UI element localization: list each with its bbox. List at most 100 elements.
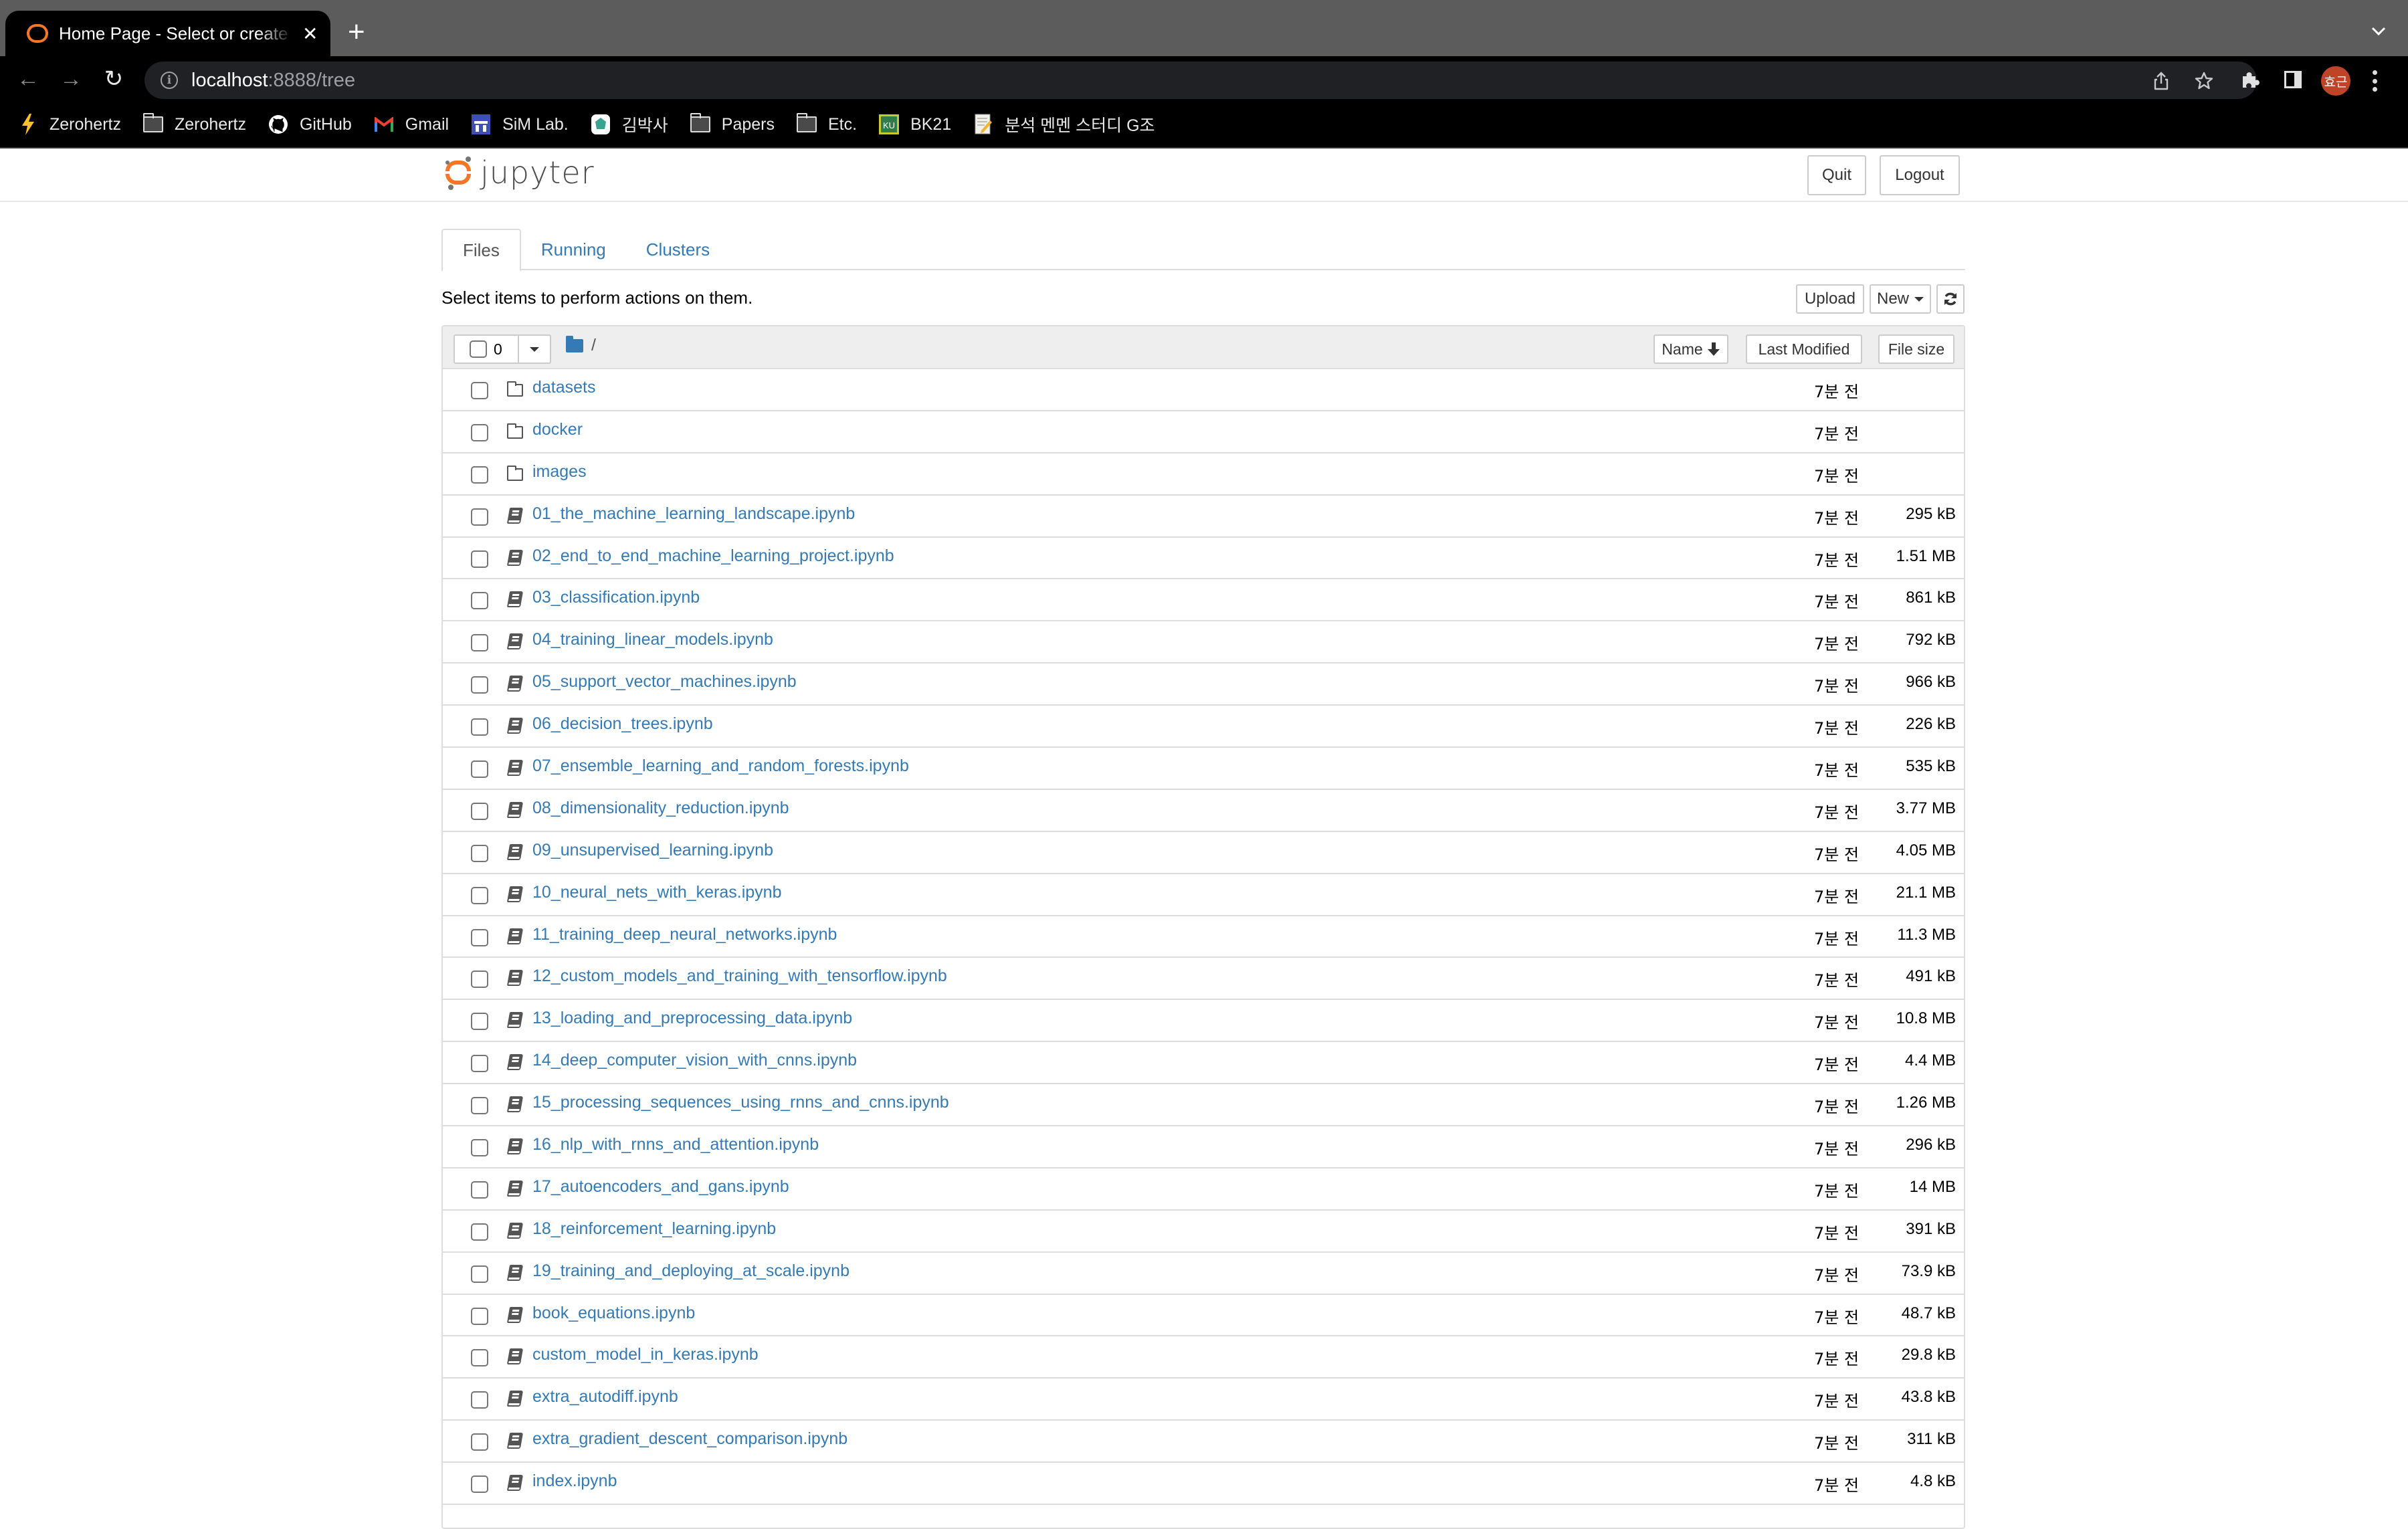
browser-menu-icon[interactable] bbox=[2373, 70, 2378, 92]
row-checkbox[interactable] bbox=[471, 1475, 488, 1494]
bookmark-papers[interactable]: Papers bbox=[690, 113, 775, 134]
file-name-link[interactable]: docker bbox=[532, 420, 583, 439]
sort-by-last-modified-button[interactable]: Last Modified bbox=[1746, 334, 1862, 364]
back-arrow-icon[interactable]: ← bbox=[15, 66, 41, 92]
bookmark-bk21[interactable]: KU BK21 bbox=[878, 114, 951, 134]
file-name-link[interactable]: 10_neural_nets_with_keras.ipynb bbox=[532, 883, 781, 902]
file-name-link[interactable]: 09_unsupervised_learning.ipynb bbox=[532, 841, 773, 860]
file-name-link[interactable]: 05_support_vector_machines.ipynb bbox=[532, 672, 797, 692]
row-checkbox[interactable] bbox=[471, 1265, 488, 1283]
file-row[interactable]: 14_deep_computer_vision_with_cnns.ipynb … bbox=[443, 1042, 1964, 1085]
file-row[interactable]: book_equations.ipynb 7분 전 48.7 kB bbox=[443, 1295, 1964, 1337]
quit-button[interactable]: Quit bbox=[1807, 155, 1866, 195]
address-bar[interactable]: i localhost:8888/tree bbox=[144, 62, 2257, 99]
upload-button[interactable]: Upload bbox=[1796, 284, 1864, 314]
file-name-link[interactable]: index.ipynb bbox=[532, 1471, 617, 1491]
row-checkbox[interactable] bbox=[471, 844, 488, 862]
site-info-icon[interactable]: i bbox=[161, 72, 178, 89]
share-icon[interactable] bbox=[2151, 71, 2171, 91]
file-row[interactable]: index.ipynb 7분 전 4.8 kB bbox=[443, 1463, 1964, 1506]
row-checkbox[interactable] bbox=[471, 886, 488, 904]
file-name-link[interactable]: 04_training_linear_models.ipynb bbox=[532, 630, 773, 649]
bookmark-zerohertz-1[interactable]: Zerohertz bbox=[17, 114, 121, 135]
row-checkbox[interactable] bbox=[471, 718, 488, 736]
select-all-toggle[interactable]: 0 bbox=[455, 336, 519, 363]
reload-icon[interactable]: ↻ bbox=[100, 66, 127, 92]
row-checkbox[interactable] bbox=[471, 760, 488, 779]
row-checkbox[interactable] bbox=[471, 1097, 488, 1115]
bookmark-github[interactable]: GitHub bbox=[268, 114, 352, 134]
row-checkbox[interactable] bbox=[471, 1223, 488, 1241]
file-name-link[interactable]: 08_dimensionality_reduction.ipynb bbox=[532, 799, 789, 818]
file-name-link[interactable]: book_equations.ipynb bbox=[532, 1304, 695, 1323]
row-checkbox[interactable] bbox=[471, 676, 488, 694]
file-row[interactable]: 10_neural_nets_with_keras.ipynb 7분 전 21.… bbox=[443, 874, 1964, 916]
select-all-checkbox[interactable] bbox=[470, 340, 487, 358]
file-row[interactable]: 01_the_machine_learning_landscape.ipynb … bbox=[443, 496, 1964, 538]
file-name-link[interactable]: 01_the_machine_learning_landscape.ipynb bbox=[532, 504, 855, 524]
forward-arrow-icon[interactable]: → bbox=[58, 66, 84, 92]
row-checkbox[interactable] bbox=[471, 550, 488, 568]
side-panel-icon[interactable] bbox=[2284, 70, 2302, 89]
file-name-link[interactable]: 19_training_and_deploying_at_scale.ipynb bbox=[532, 1261, 849, 1281]
row-checkbox[interactable] bbox=[471, 1433, 488, 1451]
new-tab-button[interactable]: + bbox=[348, 17, 365, 47]
profile-avatar[interactable]: 효근 bbox=[2321, 66, 2350, 96]
file-row[interactable]: 05_support_vector_machines.ipynb 7분 전 96… bbox=[443, 664, 1964, 706]
bookmark-study-group[interactable]: 분석 멘멘 스터디 G조 bbox=[973, 112, 1155, 136]
row-checkbox[interactable] bbox=[471, 971, 488, 989]
file-row[interactable]: 03_classification.ipynb 7분 전 861 kB bbox=[443, 579, 1964, 622]
file-row[interactable]: docker 7분 전 bbox=[443, 411, 1964, 453]
file-row[interactable]: 19_training_and_deploying_at_scale.ipynb… bbox=[443, 1253, 1964, 1295]
row-checkbox[interactable] bbox=[471, 928, 488, 946]
row-checkbox[interactable] bbox=[471, 1391, 488, 1409]
tab-files[interactable]: Files bbox=[441, 229, 521, 272]
file-name-link[interactable]: 16_nlp_with_rnns_and_attention.ipynb bbox=[532, 1135, 819, 1154]
refresh-button[interactable] bbox=[1936, 284, 1965, 314]
home-folder-icon[interactable] bbox=[566, 335, 583, 352]
file-name-link[interactable]: 17_autoencoders_and_gans.ipynb bbox=[532, 1177, 789, 1197]
browser-tab-active[interactable]: Home Page - Select or create a notebook … bbox=[5, 11, 330, 56]
file-name-link[interactable]: datasets bbox=[532, 378, 596, 397]
row-checkbox[interactable] bbox=[471, 592, 488, 610]
row-checkbox[interactable] bbox=[471, 1349, 488, 1367]
jupyter-logo[interactable]: jupyter bbox=[444, 154, 595, 191]
file-row[interactable]: 06_decision_trees.ipynb 7분 전 226 kB bbox=[443, 706, 1964, 748]
file-row[interactable]: 04_training_linear_models.ipynb 7분 전 792… bbox=[443, 621, 1964, 664]
file-name-link[interactable]: extra_gradient_descent_comparison.ipynb bbox=[532, 1429, 847, 1449]
row-checkbox[interactable] bbox=[471, 634, 488, 652]
file-name-link[interactable]: 06_decision_trees.ipynb bbox=[532, 714, 713, 734]
file-row[interactable]: extra_autodiff.ipynb 7분 전 43.8 kB bbox=[443, 1379, 1964, 1421]
file-name-link[interactable]: 12_custom_models_and_training_with_tenso… bbox=[532, 966, 947, 986]
row-checkbox[interactable] bbox=[471, 382, 488, 399]
bookmark-etc[interactable]: Etc. bbox=[796, 113, 857, 134]
extensions-puzzle-icon[interactable] bbox=[2240, 70, 2260, 90]
file-name-link[interactable]: 14_deep_computer_vision_with_cnns.ipynb bbox=[532, 1051, 857, 1070]
sort-by-file-size-button[interactable]: File size bbox=[1878, 334, 1954, 364]
file-row[interactable]: 08_dimensionality_reduction.ipynb 7분 전 3… bbox=[443, 790, 1964, 832]
tab-running[interactable]: Running bbox=[521, 229, 626, 270]
row-checkbox[interactable] bbox=[471, 1181, 488, 1199]
file-row[interactable]: 09_unsupervised_learning.ipynb 7분 전 4.05… bbox=[443, 832, 1964, 874]
file-name-link[interactable]: 11_training_deep_neural_networks.ipynb bbox=[532, 925, 837, 944]
file-row[interactable]: 12_custom_models_and_training_with_tenso… bbox=[443, 958, 1964, 1001]
bookmark-star-icon[interactable] bbox=[2194, 71, 2214, 91]
row-checkbox[interactable] bbox=[471, 802, 488, 820]
file-name-link[interactable]: 18_reinforcement_learning.ipynb bbox=[532, 1219, 776, 1239]
file-name-link[interactable]: images bbox=[532, 462, 587, 482]
bookmark-gmail[interactable]: Gmail bbox=[373, 114, 449, 134]
file-row[interactable]: custom_model_in_keras.ipynb 7분 전 29.8 kB bbox=[443, 1336, 1964, 1379]
file-name-link[interactable]: extra_autodiff.ipynb bbox=[532, 1387, 678, 1407]
bookmark-sim-lab[interactable]: SiM Lab. bbox=[470, 114, 569, 134]
file-row[interactable]: 13_loading_and_preprocessing_data.ipynb … bbox=[443, 1000, 1964, 1043]
close-tab-icon[interactable]: ✕ bbox=[302, 23, 318, 45]
new-dropdown-button[interactable]: New bbox=[1870, 284, 1931, 314]
bookmark-kim-baksa[interactable]: 김박사 bbox=[590, 112, 668, 136]
file-name-link[interactable]: 15_processing_sequences_using_rnns_and_c… bbox=[532, 1093, 949, 1112]
logout-button[interactable]: Logout bbox=[1880, 155, 1960, 195]
file-row[interactable]: datasets 7분 전 bbox=[443, 369, 1964, 411]
file-name-link[interactable]: 07_ensemble_learning_and_random_forests.… bbox=[532, 756, 909, 776]
row-checkbox[interactable] bbox=[471, 423, 488, 441]
file-row[interactable]: extra_gradient_descent_comparison.ipynb … bbox=[443, 1421, 1964, 1463]
file-row[interactable]: 11_training_deep_neural_networks.ipynb 7… bbox=[443, 916, 1964, 958]
